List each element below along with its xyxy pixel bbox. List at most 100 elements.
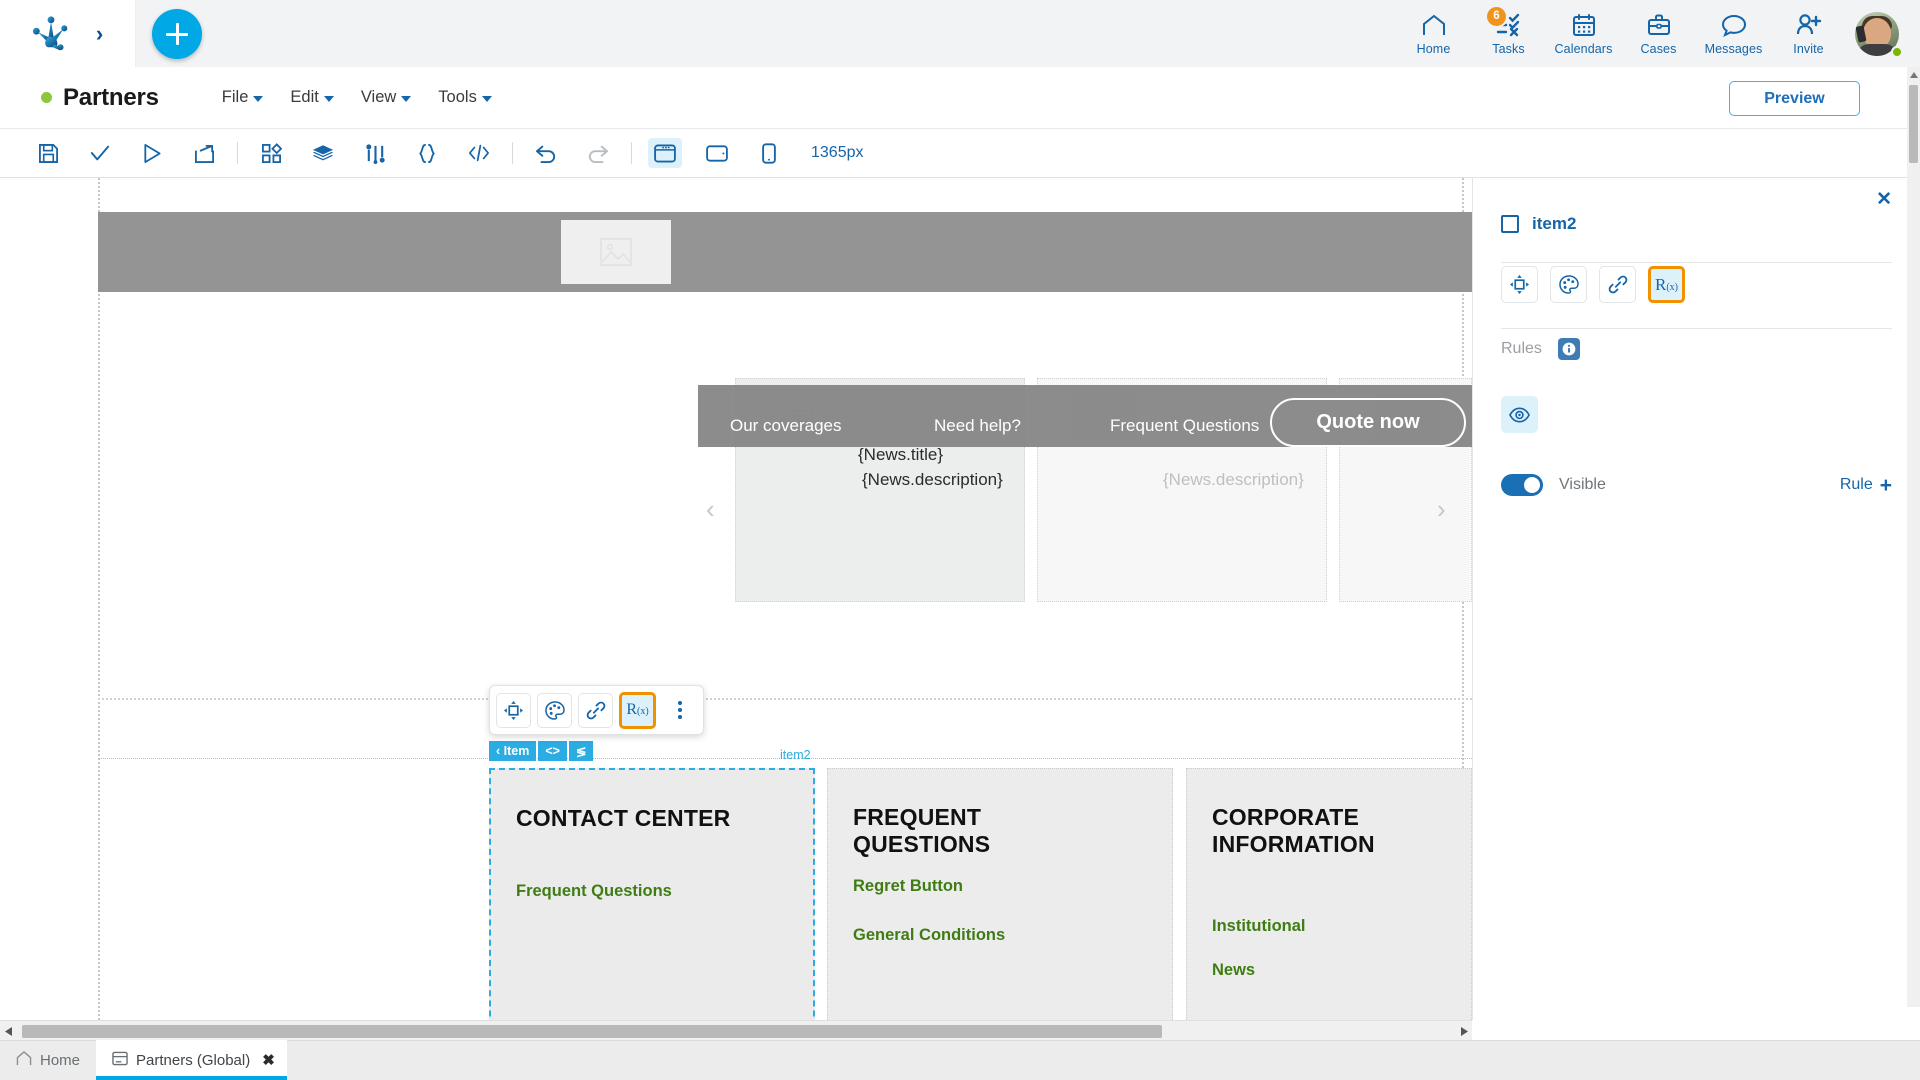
chip-collapse[interactable]: ≶ (568, 741, 594, 761)
panel-divider (1501, 262, 1892, 263)
selected-element-label: item2 (780, 748, 811, 762)
chip-code[interactable]: <> (538, 741, 567, 761)
chip-parent-item[interactable]: ‹ Item (489, 741, 537, 761)
desktop-view-icon[interactable] (639, 129, 691, 178)
bottom-tab-partners-global[interactable]: Partners (Global) ✖ (96, 1040, 287, 1080)
redo-icon[interactable] (572, 129, 624, 178)
card-link[interactable]: Regret Button (853, 877, 963, 896)
nav-item-messages[interactable]: Messages (1696, 3, 1771, 65)
menu-label: View (360, 88, 397, 106)
toolbar-separator (237, 142, 238, 164)
tablet-view-icon[interactable] (691, 129, 743, 178)
chevron-down-icon (253, 96, 264, 102)
scroll-right-icon[interactable] (1455, 1021, 1472, 1042)
menu-label: Edit (290, 88, 319, 106)
scroll-thumb[interactable] (22, 1024, 1162, 1038)
layers-icon[interactable] (297, 129, 349, 178)
project-status-dot (41, 92, 52, 103)
close-icon[interactable]: ✕ (1876, 190, 1892, 209)
nav-item-tasks[interactable]: 6 Tasks (1471, 3, 1546, 65)
logo-cell: › (0, 0, 136, 67)
nav-link-faq[interactable]: Frequent Questions (1110, 416, 1259, 436)
nav-label: Home (1416, 41, 1451, 56)
publish-icon[interactable] (178, 129, 230, 178)
move-icon[interactable] (1501, 266, 1538, 303)
content-card-corporate-information[interactable]: CORPORATE INFORMATION Institutional News (1186, 768, 1472, 1020)
components-icon[interactable] (245, 129, 297, 178)
menu-tools[interactable]: Tools (438, 88, 492, 107)
menu-edit[interactable]: Edit (290, 88, 334, 107)
add-user-icon (1796, 11, 1822, 39)
content-card-frequent-questions[interactable]: FREQUENT QUESTIONS Regret Button General… (827, 768, 1173, 1020)
scroll-up-icon[interactable] (1907, 69, 1920, 82)
menu-label: File (221, 88, 249, 106)
plus-icon: + (1879, 473, 1892, 497)
sidebar-expand-icon[interactable]: › (96, 22, 103, 45)
close-icon[interactable]: ✖ (262, 1051, 275, 1069)
menu-file[interactable]: File (222, 88, 264, 107)
braces-icon[interactable] (401, 129, 453, 178)
add-rule-button[interactable]: Rule + (1840, 475, 1892, 496)
news-description-token-2: {News.description} (1163, 470, 1304, 489)
nav-item-cases[interactable]: Cases (1621, 3, 1696, 65)
link-icon[interactable] (578, 692, 613, 728)
preview-button[interactable]: Preview (1729, 81, 1860, 116)
selection-chips: ‹ Item <> ≶ (489, 741, 594, 761)
add-button[interactable] (152, 9, 202, 59)
scroll-track[interactable] (17, 1021, 1455, 1042)
app-logo-icon[interactable] (32, 15, 70, 52)
palette-icon[interactable] (1550, 266, 1587, 303)
content-card-contact-center[interactable]: CONTACT CENTER Frequent Questions (489, 768, 815, 1020)
run-icon[interactable] (126, 129, 178, 178)
page-vertical-scrollbar[interactable] (1907, 67, 1920, 1007)
hero-banner[interactable] (98, 212, 1472, 292)
hero-image-placeholder[interactable] (561, 220, 671, 284)
briefcase-icon (1647, 11, 1671, 39)
scroll-thumb[interactable] (1909, 85, 1918, 163)
carousel-prev-icon[interactable]: ‹ (706, 494, 715, 525)
visibility-rule-icon[interactable] (1501, 396, 1538, 433)
code-icon[interactable] (453, 129, 505, 178)
scroll-left-icon[interactable] (0, 1021, 17, 1042)
move-icon[interactable] (496, 692, 531, 728)
nav-item-calendars[interactable]: Calendars (1546, 3, 1621, 65)
card-link[interactable]: General Conditions (853, 926, 1005, 945)
avatar[interactable] (1846, 3, 1908, 65)
design-canvas[interactable]: ‹ › Our coverages Need help? Frequent Qu… (0, 178, 1472, 1020)
bottom-tab-home[interactable]: Home (0, 1040, 96, 1080)
mobile-view-icon[interactable] (743, 129, 795, 178)
nav-item-home[interactable]: Home (1396, 3, 1471, 65)
menu-view[interactable]: View (360, 88, 412, 107)
chevron-down-icon (323, 96, 334, 102)
add-rule-label: Rule (1839, 476, 1873, 493)
visible-toggle[interactable] (1501, 474, 1543, 496)
page-icon (112, 1051, 128, 1070)
card-title: FREQUENT QUESTIONS (853, 804, 991, 858)
carousel-next-icon[interactable]: › (1437, 494, 1446, 525)
card-title: CONTACT CENTER (516, 805, 731, 831)
save-icon[interactable] (22, 129, 74, 178)
nav-item-invite[interactable]: Invite (1771, 3, 1846, 65)
tab-label: Home (40, 1051, 81, 1069)
site-nav-links: Our coverages Need help? Frequent Questi… (698, 398, 1472, 448)
card-link[interactable]: News (1212, 961, 1255, 980)
home-outline-icon (16, 1050, 32, 1070)
card-link[interactable]: Frequent Questions (516, 882, 672, 901)
info-icon[interactable] (1557, 338, 1580, 360)
element-box-icon (1501, 215, 1519, 233)
card-link[interactable]: Institutional (1212, 917, 1306, 936)
check-icon[interactable] (74, 129, 126, 178)
canvas-horizontal-scrollbar[interactable] (0, 1020, 1472, 1041)
more-icon[interactable] (662, 692, 697, 728)
image-placeholder-icon (600, 238, 632, 266)
rules-icon[interactable]: R(x) (1648, 266, 1685, 303)
link-icon[interactable] (1599, 266, 1636, 303)
flow-icon[interactable] (349, 129, 401, 178)
rules-icon[interactable]: R(x) (619, 691, 656, 729)
nav-link-coverages[interactable]: Our coverages (730, 416, 842, 436)
undo-icon[interactable] (520, 129, 572, 178)
nav-link-help[interactable]: Need help? (934, 416, 1021, 436)
toolbar-separator (512, 142, 513, 164)
palette-icon[interactable] (537, 692, 572, 728)
quote-now-button[interactable]: Quote now (1270, 398, 1466, 447)
